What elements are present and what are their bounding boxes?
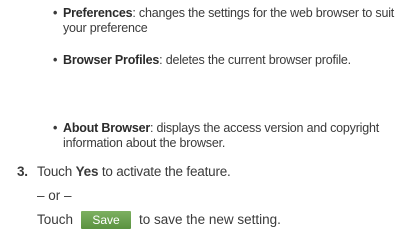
- bullet-desc: : deletes the current browser profile.: [159, 53, 351, 67]
- step-text-after: to activate the feature.: [98, 164, 231, 179]
- bullet-term: About Browser: [63, 121, 150, 135]
- bullet-term: Preferences: [63, 6, 133, 20]
- step-keyword: Yes: [75, 164, 99, 179]
- bullet-preferences: • Preferences: changes the settings for …: [53, 6, 403, 36]
- bullet-dot: •: [53, 53, 58, 67]
- bullet-browser-profiles: • Browser Profiles: deletes the current …: [53, 53, 403, 68]
- touch-after-text: to save the new setting.: [139, 212, 281, 227]
- touch-save-line: Touch Save to save the new setting.: [37, 211, 281, 229]
- touch-text: Touch: [37, 212, 74, 227]
- bullet-dot: •: [53, 121, 58, 135]
- step-text-before: Touch: [37, 164, 76, 179]
- bullet-dot: •: [53, 6, 58, 20]
- save-button[interactable]: Save: [81, 211, 132, 229]
- step-number: 3.: [17, 164, 28, 179]
- bullet-about-browser: • About Browser: displays the access ver…: [53, 121, 403, 151]
- step-3: 3. Touch Yes to activate the feature.: [17, 164, 231, 180]
- bullet-term: Browser Profiles: [63, 53, 160, 67]
- or-separator: – or –: [37, 188, 72, 203]
